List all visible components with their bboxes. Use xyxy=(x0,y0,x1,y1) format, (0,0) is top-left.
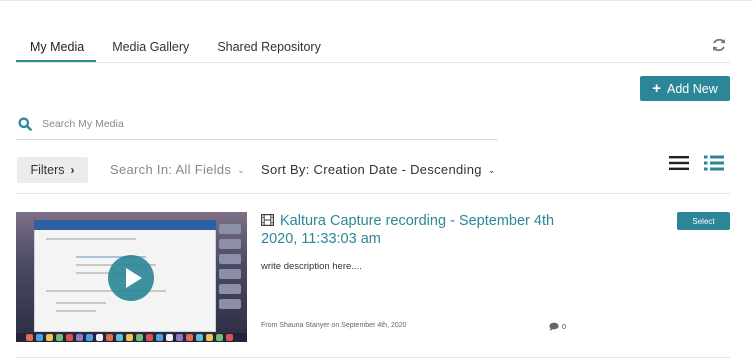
filter-divider xyxy=(16,193,730,194)
tab-media-gallery[interactable]: Media Gallery xyxy=(98,39,203,63)
plus-icon: + xyxy=(652,80,662,97)
view-detail-icon[interactable] xyxy=(704,155,724,171)
thumbnail-desktop-icons xyxy=(219,224,243,324)
entry-meta: From Shauna Stanyer on September 4th, 20… xyxy=(261,322,407,329)
tabs-divider xyxy=(16,62,730,63)
thumbnail-line xyxy=(46,238,136,240)
film-icon xyxy=(261,214,274,226)
comment-count: 0 xyxy=(562,322,567,331)
search-underline xyxy=(16,139,498,140)
chevron-down-icon: ⌄ xyxy=(237,165,246,175)
add-new-label: Add New xyxy=(667,81,718,96)
search-input[interactable] xyxy=(42,113,497,135)
search-in-label: Search In: All Fields xyxy=(110,162,232,177)
sort-by-label: Sort By: Creation Date - Descending xyxy=(261,162,482,177)
thumbnail-toolbar xyxy=(34,220,216,230)
play-icon xyxy=(125,268,142,288)
view-list-icon[interactable] xyxy=(669,156,689,170)
filters-label: Filters xyxy=(30,163,65,177)
entry-description: write description here.... xyxy=(261,261,362,272)
tab-shared-repository[interactable]: Shared Repository xyxy=(203,39,335,63)
search-in-dropdown[interactable]: Search In: All Fields ⌄ xyxy=(110,162,245,177)
entry-thumbnail[interactable] xyxy=(16,212,247,342)
entry-title[interactable]: Kaltura Capture recording - September 4t… xyxy=(261,212,581,248)
thumbnail-line xyxy=(56,302,106,304)
thumbnail-dock xyxy=(16,333,247,342)
thumbnail-line xyxy=(56,310,96,312)
chevron-right-icon: › xyxy=(70,163,75,177)
select-button[interactable]: Select xyxy=(677,212,730,230)
add-new-button[interactable]: + Add New xyxy=(640,76,730,101)
entry-title-text: Kaltura Capture recording - September 4t… xyxy=(261,213,555,247)
media-page: My Media Media Gallery Shared Repository… xyxy=(0,0,753,363)
chevron-down-icon: ⌄ xyxy=(487,165,496,175)
filters-button[interactable]: Filters › xyxy=(17,157,88,183)
refresh-icon[interactable] xyxy=(711,37,727,53)
comment-icon xyxy=(549,322,559,331)
play-button[interactable] xyxy=(108,255,154,301)
entry-divider xyxy=(16,357,730,358)
search-icon xyxy=(18,117,32,131)
sort-by-dropdown[interactable]: Sort By: Creation Date - Descending ⌄ xyxy=(261,162,496,177)
